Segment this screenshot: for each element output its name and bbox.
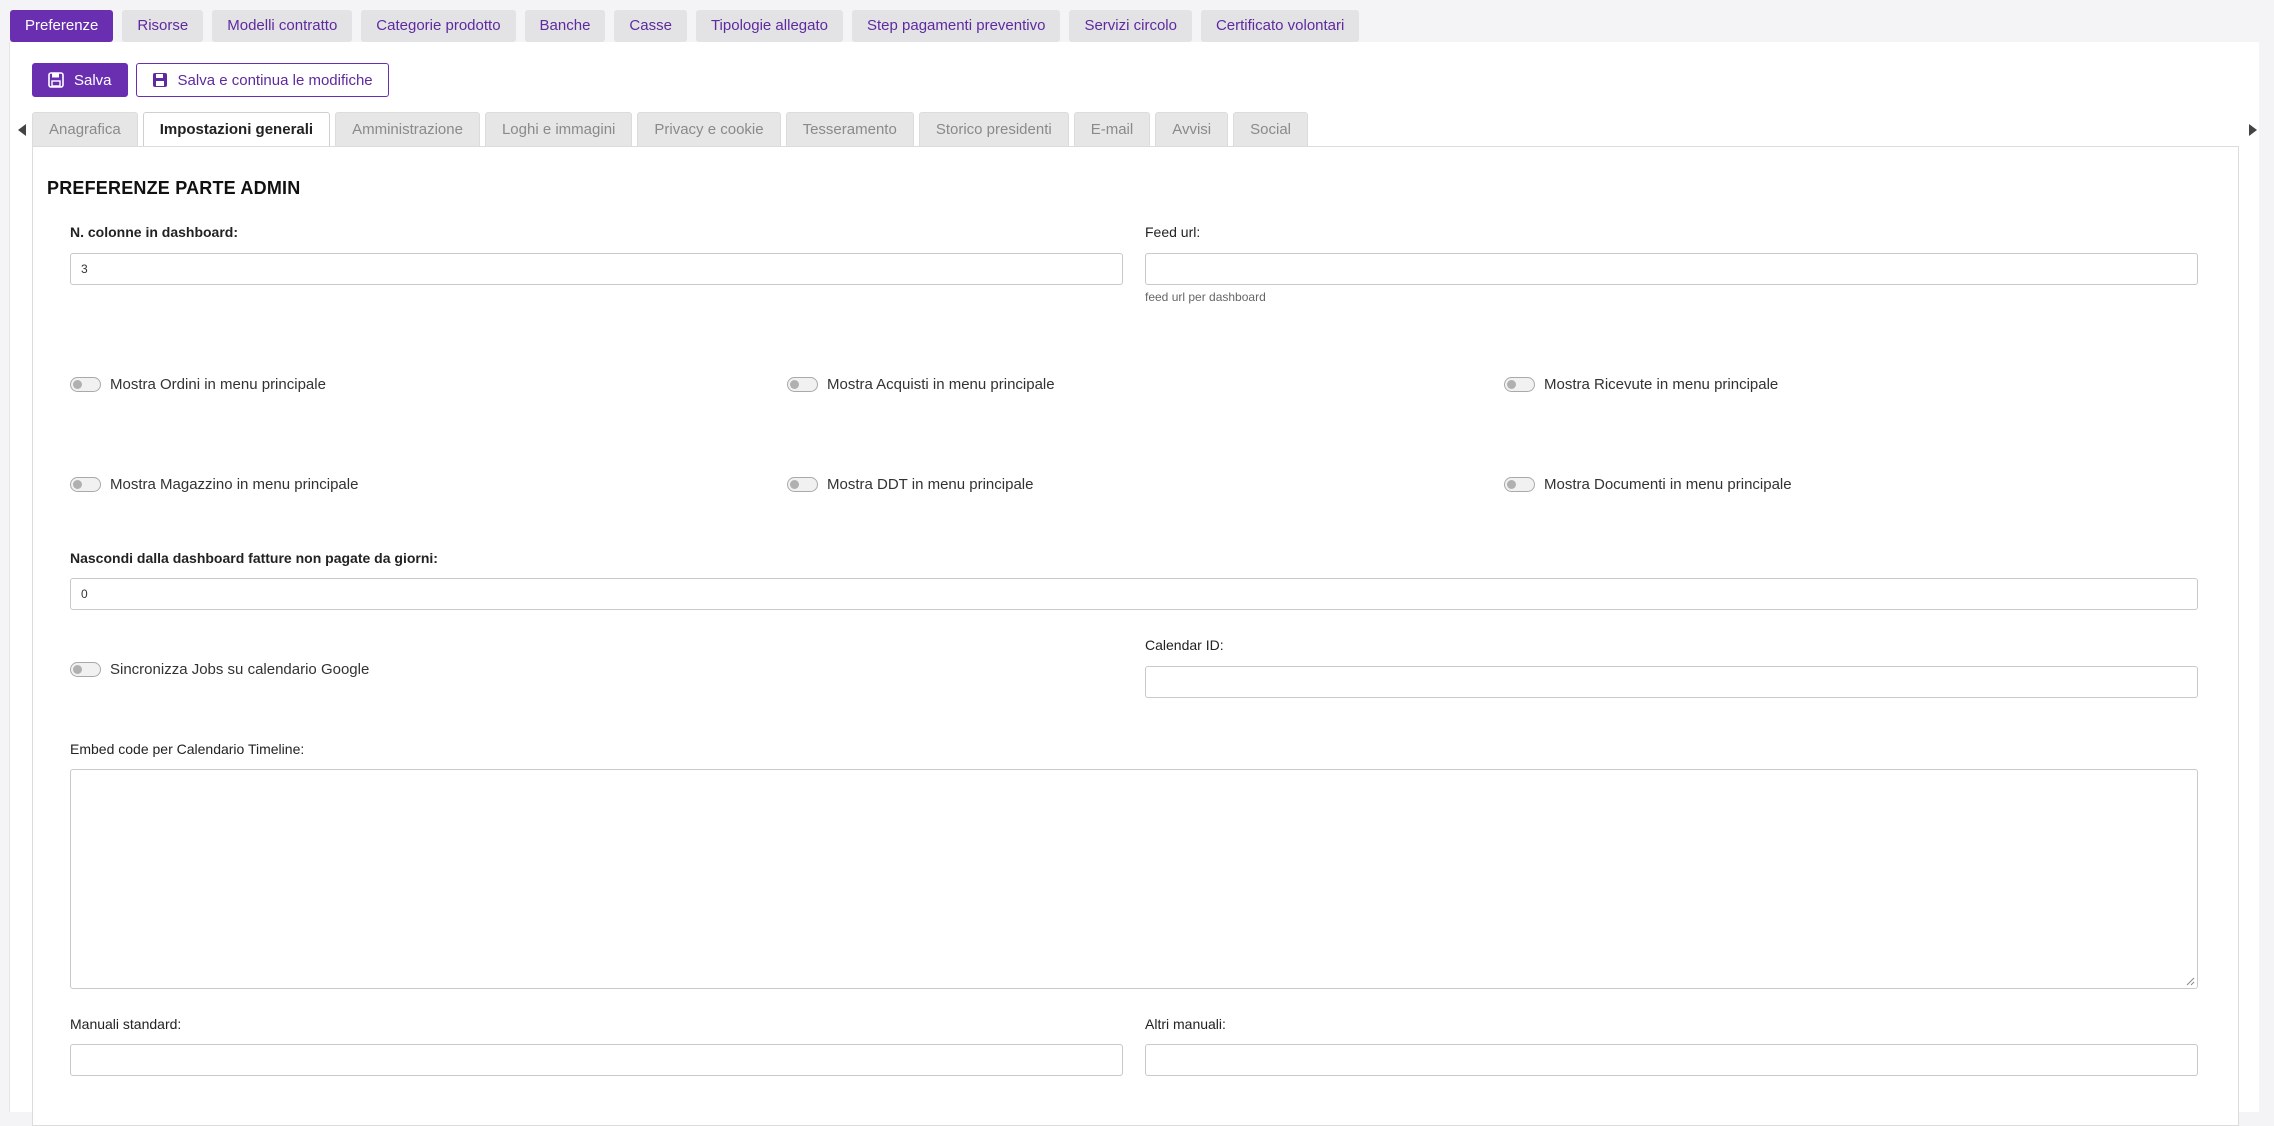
tab-privacy-e-cookie[interactable]: Privacy e cookie — [637, 112, 781, 146]
feed-url-label: Feed url: — [1145, 224, 1201, 240]
toggle-row-acquisti: Mostra Acquisti in menu principale — [787, 376, 1055, 393]
tab-social[interactable]: Social — [1233, 112, 1308, 146]
top-tab-bar: Preferenze Risorse Modelli contratto Cat… — [10, 10, 1360, 42]
top-tab-servizi-circolo[interactable]: Servizi circolo — [1069, 10, 1192, 42]
toggle-ddt-label: Mostra DDT in menu principale — [827, 476, 1034, 493]
save-button-label: Salva — [74, 71, 112, 89]
top-tab-risorse[interactable]: Risorse — [122, 10, 204, 42]
standard-manuals-input[interactable] — [70, 1044, 1123, 1076]
floppy-disk-icon — [152, 73, 167, 87]
toggle-documenti[interactable] — [1504, 477, 1535, 492]
other-manuals-input[interactable] — [1145, 1044, 2198, 1076]
hide-unpaid-input[interactable]: 0 — [70, 578, 2198, 610]
standard-manuals-label: Manuali standard: — [70, 1016, 182, 1032]
toggle-row-documenti: Mostra Documenti in menu principale — [1504, 476, 1792, 493]
toggle-ordini-label: Mostra Ordini in menu principale — [110, 376, 326, 393]
top-tab-modelli-contratto[interactable]: Modelli contratto — [212, 10, 353, 42]
toggle-ricevute[interactable] — [1504, 377, 1535, 392]
dashboard-columns-input[interactable]: 3 — [70, 253, 1123, 285]
toggle-ricevute-label: Mostra Ricevute in menu principale — [1544, 376, 1779, 393]
save-continue-button[interactable]: Salva e continua le modifiche — [135, 63, 389, 97]
sub-tab-bar: Anagrafica Impostazioni generali Amminis… — [10, 112, 2260, 148]
feed-url-input[interactable] — [1145, 253, 2198, 285]
embed-code-label: Embed code per Calendario Timeline: — [70, 741, 305, 757]
toggle-row-ricevute: Mostra Ricevute in menu principale — [1504, 376, 1778, 393]
toggle-sync-google[interactable] — [70, 662, 101, 677]
calendar-id-label: Calendar ID: — [1145, 637, 1224, 653]
tab-loghi-e-immagini[interactable]: Loghi e immagini — [484, 112, 633, 146]
save-continue-button-label: Salva e continua le modifiche — [177, 71, 373, 89]
tab-tesseramento[interactable]: Tesseramento — [785, 112, 914, 146]
tab-storico-presidenti[interactable]: Storico presidenti — [918, 112, 1069, 146]
action-bar: Salva Salva e continua le modifiche — [32, 63, 389, 97]
toggle-row-magazzino: Mostra Magazzino in menu principale — [70, 476, 358, 493]
toggle-ordini[interactable] — [70, 377, 101, 392]
top-tab-banche[interactable]: Banche — [524, 10, 606, 42]
toggle-acquisti-label: Mostra Acquisti in menu principale — [827, 376, 1055, 393]
feed-url-help: feed url per dashboard — [1145, 290, 1266, 304]
save-button[interactable]: Salva — [32, 63, 128, 97]
tab-anagrafica[interactable]: Anagrafica — [32, 112, 138, 146]
toggle-acquisti[interactable] — [787, 377, 818, 392]
dashboard-columns-label: N. colonne in dashboard: — [70, 224, 239, 240]
toggle-magazzino[interactable] — [70, 477, 101, 492]
top-tab-preferenze[interactable]: Preferenze — [10, 10, 114, 42]
scroll-right-icon[interactable] — [2249, 124, 2257, 136]
toggle-ddt[interactable] — [787, 477, 818, 492]
calendar-id-input[interactable] — [1145, 666, 2198, 698]
other-manuals-label: Altri manuali: — [1145, 1016, 1226, 1032]
top-tab-casse[interactable]: Casse — [614, 10, 687, 42]
tab-avvisi[interactable]: Avvisi — [1155, 112, 1229, 146]
toggle-row-ordini: Mostra Ordini in menu principale — [70, 376, 326, 393]
top-tab-tipologie-allegato[interactable]: Tipologie allegato — [695, 10, 843, 42]
tab-impostazioni-generali[interactable]: Impostazioni generali — [142, 112, 331, 148]
toggle-sync-google-label: Sincronizza Jobs su calendario Google — [110, 661, 370, 678]
hide-unpaid-label: Nascondi dalla dashboard fatture non pag… — [70, 550, 438, 566]
tab-email[interactable]: E-mail — [1073, 112, 1151, 146]
section-title: PREFERENZE PARTE ADMIN — [47, 178, 301, 198]
floppy-disk-icon — [48, 72, 64, 88]
top-tab-categorie-prodotto[interactable]: Categorie prodotto — [361, 10, 516, 42]
tab-amministrazione[interactable]: Amministrazione — [335, 112, 480, 146]
top-tab-certificato-volontari[interactable]: Certificato volontari — [1200, 10, 1360, 42]
toggle-row-sync-google: Sincronizza Jobs su calendario Google — [70, 661, 369, 678]
top-tab-step-pagamenti[interactable]: Step pagamenti preventivo — [851, 10, 1061, 42]
resize-grip-icon[interactable] — [2185, 976, 2195, 986]
toggle-documenti-label: Mostra Documenti in menu principale — [1544, 476, 1792, 493]
embed-code-textarea[interactable] — [70, 769, 2198, 989]
scroll-left-icon[interactable] — [18, 124, 26, 136]
toggle-row-ddt: Mostra DDT in menu principale — [787, 476, 1033, 493]
toggle-magazzino-label: Mostra Magazzino in menu principale — [110, 476, 359, 493]
